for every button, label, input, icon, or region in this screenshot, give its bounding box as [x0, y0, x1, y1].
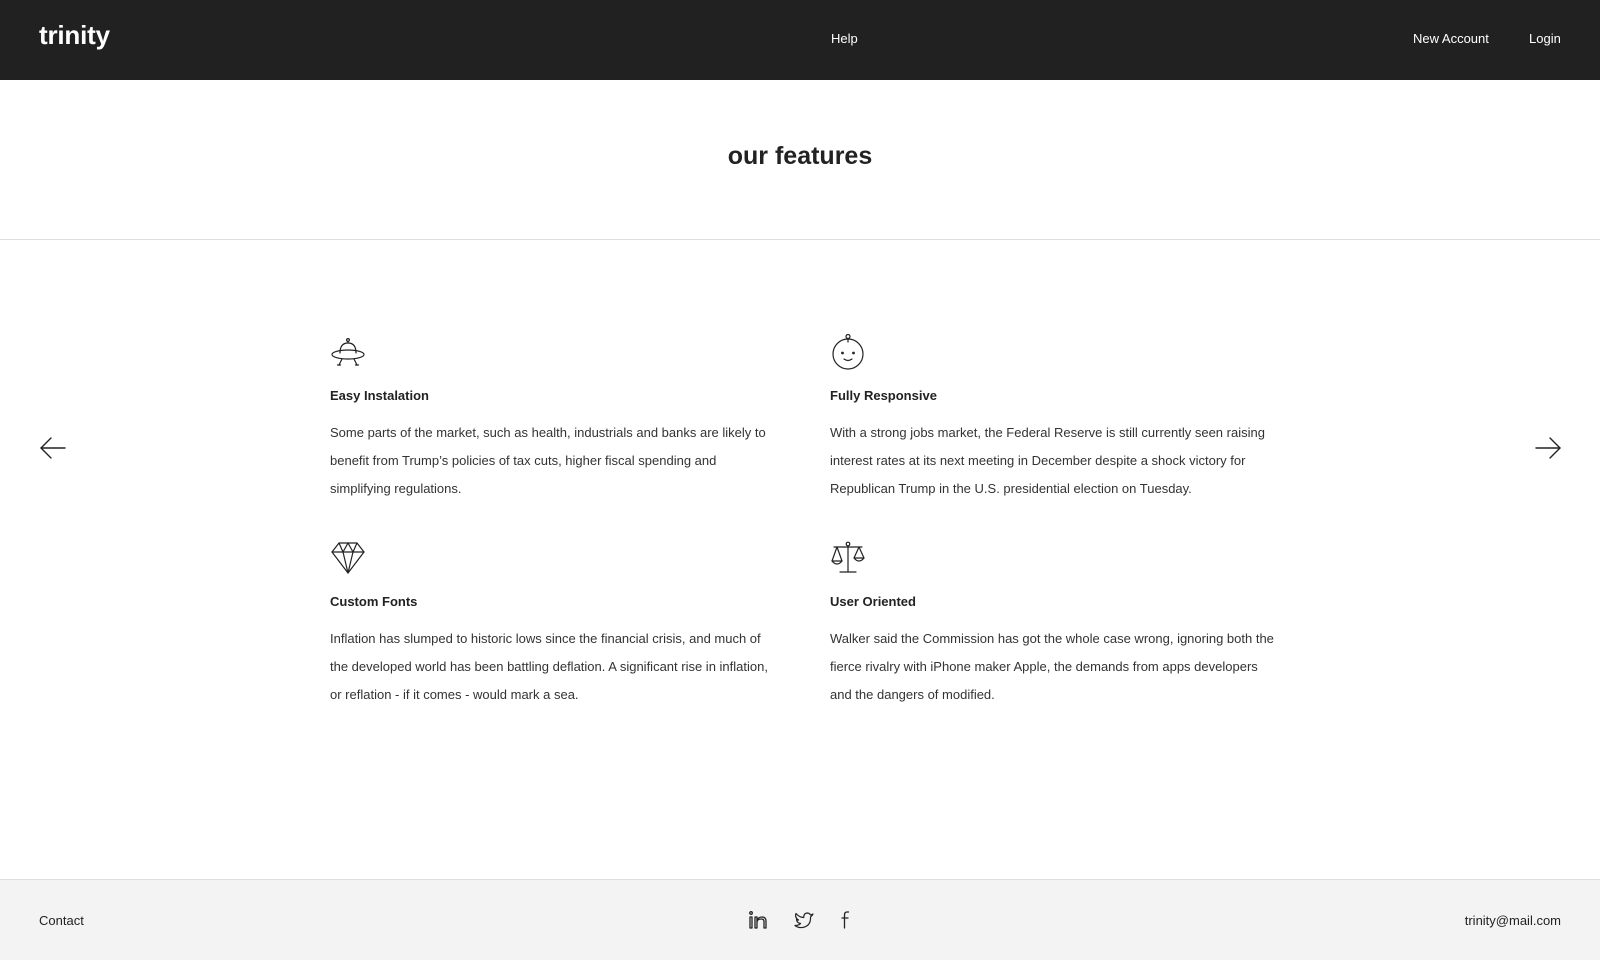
- carousel-prev-button[interactable]: [39, 436, 67, 460]
- carousel-next-button[interactable]: [1534, 436, 1562, 460]
- arrow-left-icon: [40, 437, 66, 459]
- twitter-icon[interactable]: [794, 910, 814, 930]
- feature-title: User Oriented: [830, 594, 916, 609]
- logo[interactable]: trinity: [39, 20, 110, 51]
- nav-link-help[interactable]: Help: [831, 31, 858, 46]
- scales-icon: [831, 541, 865, 573]
- arrow-right-icon: [1535, 437, 1561, 459]
- feature-card: User Oriented Walker said the Commission…: [830, 540, 1280, 709]
- facebook-icon[interactable]: [836, 910, 856, 930]
- diamond-icon: [331, 542, 365, 574]
- feature-title: Fully Responsive: [830, 388, 937, 403]
- nav-link-login[interactable]: Login: [1529, 31, 1561, 46]
- feature-card: Custom Fonts Inflation has slumped to hi…: [330, 540, 780, 709]
- feature-title: Easy Instalation: [330, 388, 429, 403]
- feature-description: Walker said the Commission has got the w…: [830, 631, 1274, 702]
- page-title: our features: [727, 142, 873, 170]
- nav-link-new-account[interactable]: New Account: [1413, 31, 1489, 46]
- feature-description: Inflation has slumped to historic lows s…: [330, 631, 768, 702]
- feature-description: Some parts of the market, such as health…: [330, 425, 766, 496]
- footer-email: trinity@mail.com: [1464, 913, 1561, 928]
- linkedin-icon[interactable]: [748, 910, 768, 930]
- hero-section: our features: [0, 80, 1600, 240]
- feature-title: Custom Fonts: [330, 594, 418, 609]
- footer: Contact trinity@mail.com: [0, 879, 1600, 960]
- footer-contact-link[interactable]: Contact: [39, 913, 84, 928]
- feature-card: Easy Instalation Some parts of the marke…: [330, 334, 780, 503]
- ufo-icon: [331, 337, 365, 366]
- feature-description: With a strong jobs market, the Federal R…: [830, 425, 1265, 496]
- top-navbar: trinity Help New Account Login: [0, 0, 1600, 80]
- feature-card: Fully Responsive With a strong jobs mark…: [830, 334, 1280, 503]
- baby-face-icon: [832, 334, 864, 370]
